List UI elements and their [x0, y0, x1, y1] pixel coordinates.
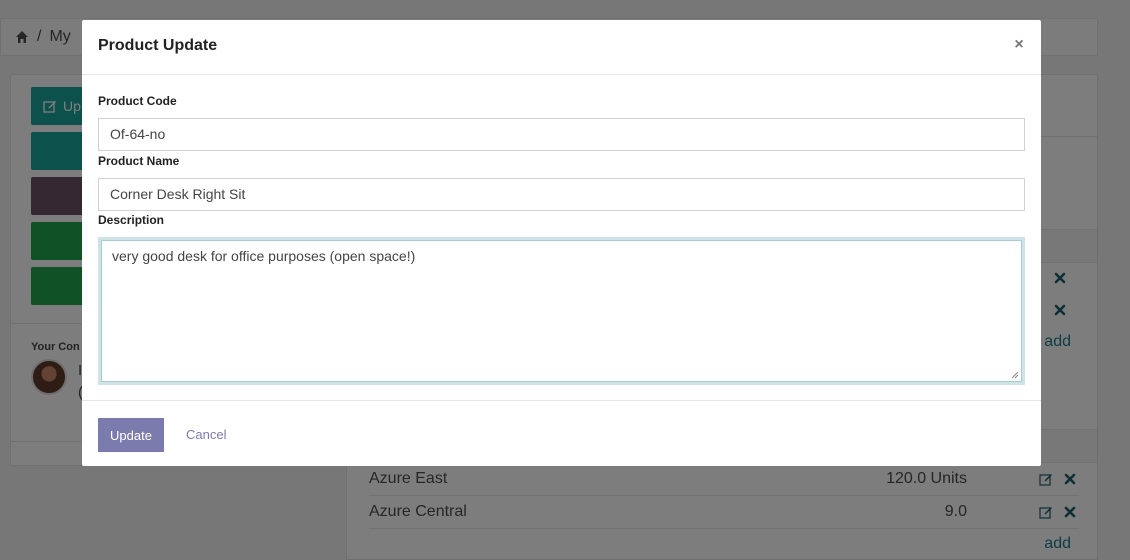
product-name-input[interactable]: Corner Desk Right Sit — [98, 178, 1025, 211]
close-button[interactable]: × — [1011, 36, 1027, 56]
product-code-label: Product Code — [98, 94, 177, 108]
product-name-label: Product Name — [98, 154, 180, 168]
update-button[interactable]: Update — [98, 418, 164, 452]
product-update-dialog: Product Update × Product Code Of-64-no P… — [82, 20, 1041, 466]
description-label: Description — [98, 213, 165, 227]
modal-footer: Update Cancel — [82, 400, 1041, 466]
modal-header: Product Update × — [82, 20, 1041, 75]
description-text: very good desk for office purposes (open… — [112, 248, 416, 264]
resize-grip-icon[interactable] — [1011, 371, 1019, 379]
description-textarea[interactable]: very good desk for office purposes (open… — [98, 237, 1025, 385]
modal-title: Product Update — [98, 37, 218, 54]
cancel-button[interactable]: Cancel — [186, 427, 226, 442]
product-code-input[interactable]: Of-64-no — [98, 118, 1025, 151]
